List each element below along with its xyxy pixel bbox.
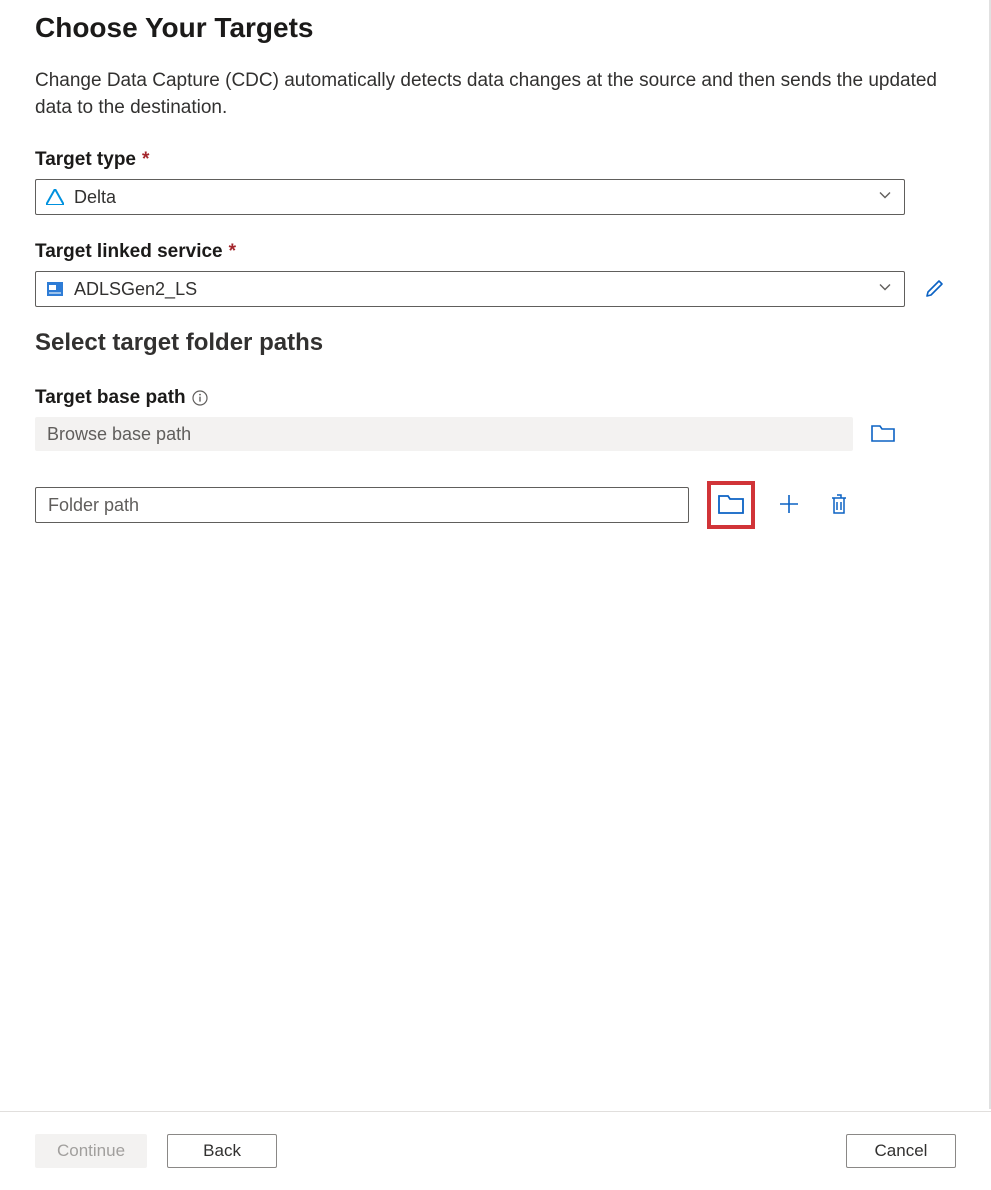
page-title: Choose Your Targets [35, 12, 954, 44]
plus-icon [778, 493, 800, 518]
folder-icon [871, 423, 895, 446]
browse-folder-button[interactable] [715, 489, 747, 521]
folder-icon [718, 493, 744, 518]
select-folder-paths-heading: Select target folder paths [35, 329, 954, 357]
browse-base-path-button[interactable] [867, 418, 899, 450]
required-star: * [142, 149, 149, 171]
footer: Continue Back Cancel [0, 1111, 991, 1190]
folder-path-row [35, 481, 954, 529]
base-path-label: Target base path [35, 387, 954, 409]
linked-service-value: ADLSGen2_LS [74, 279, 197, 300]
chevron-down-icon [878, 187, 892, 208]
required-star: * [229, 241, 236, 263]
target-type-select[interactable]: Delta [35, 179, 905, 215]
back-button[interactable]: Back [167, 1134, 277, 1168]
continue-button: Continue [35, 1134, 147, 1168]
delta-icon [46, 188, 64, 206]
cancel-button[interactable]: Cancel [846, 1134, 956, 1168]
add-folder-button[interactable] [773, 489, 805, 521]
info-icon[interactable] [192, 390, 208, 406]
storage-icon [46, 280, 64, 298]
linked-service-select[interactable]: ADLSGen2_LS [35, 271, 905, 307]
delete-folder-button[interactable] [823, 489, 855, 521]
page-description: Change Data Capture (CDC) automatically … [35, 68, 954, 121]
pencil-icon [925, 278, 945, 301]
chevron-down-icon [878, 279, 892, 300]
folder-path-input[interactable] [35, 487, 689, 523]
linked-service-label: Target linked service * [35, 241, 954, 263]
base-path-input[interactable] [35, 417, 853, 451]
target-type-label: Target type * [35, 149, 954, 171]
target-type-value: Delta [74, 187, 116, 208]
main-panel: Choose Your Targets Change Data Capture … [0, 0, 991, 1109]
trash-icon [829, 493, 849, 518]
edit-linked-service-button[interactable] [919, 273, 951, 305]
browse-folder-highlight [707, 481, 755, 529]
